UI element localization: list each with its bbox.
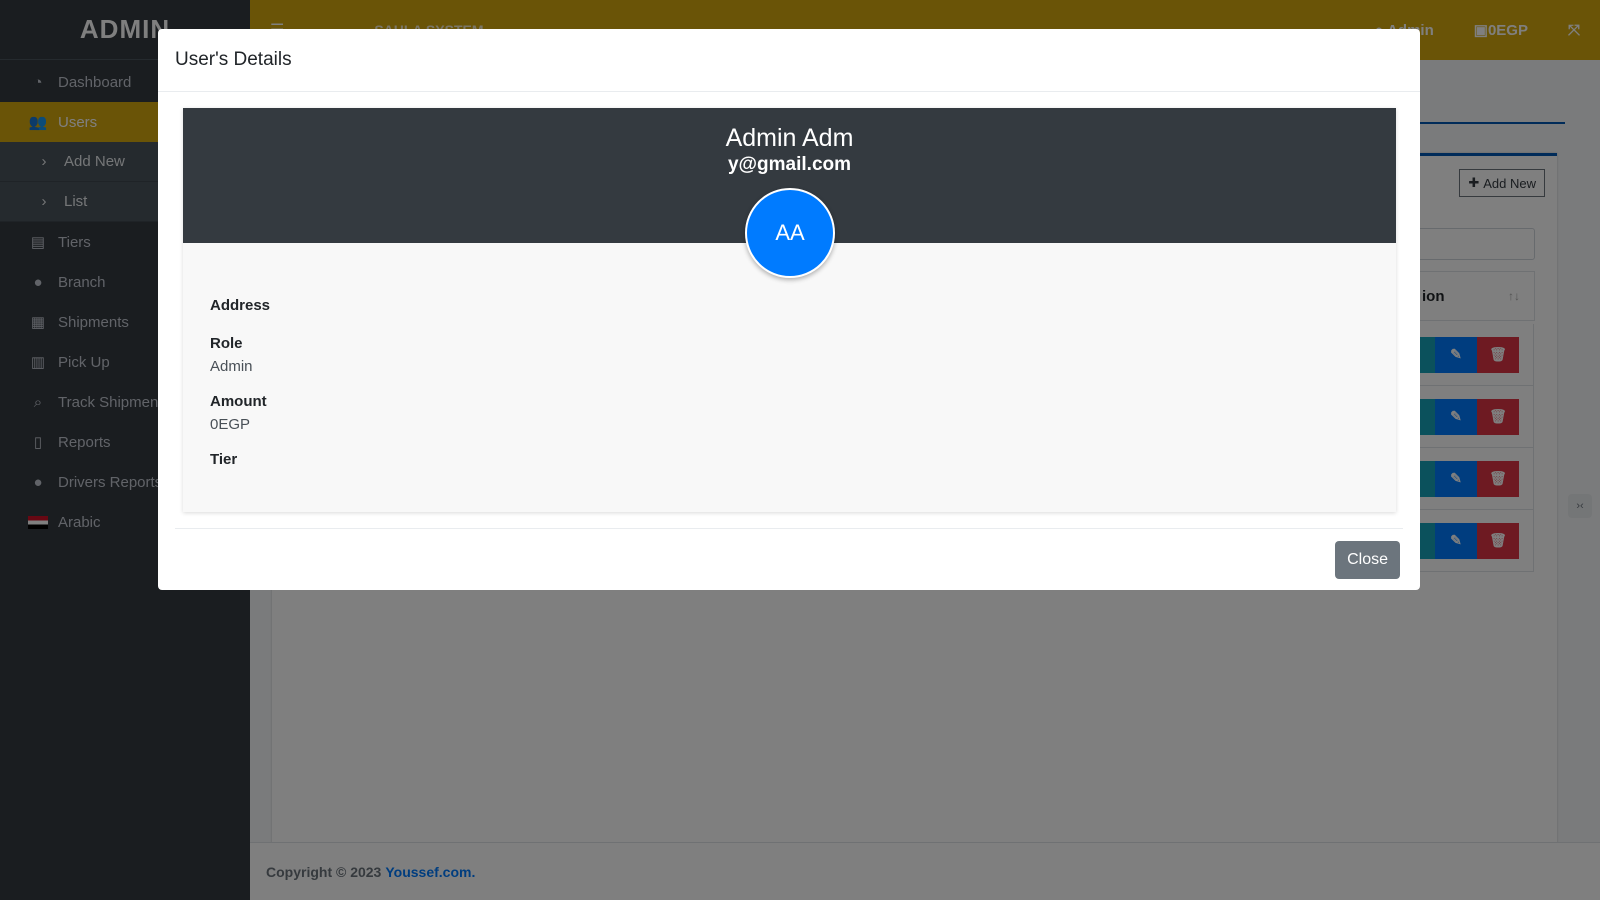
address-label: Address bbox=[210, 297, 271, 314]
user-details-modal: User's Details Admin Adm y@gmail.com AA … bbox=[158, 29, 1420, 590]
tier-value bbox=[210, 468, 1396, 469]
role-label: Role bbox=[210, 335, 243, 352]
profile-card: Admin Adm y@gmail.com AA Address Role Ad… bbox=[183, 108, 1396, 512]
modal-title: User's Details bbox=[158, 29, 1420, 92]
modal-footer: Close bbox=[175, 528, 1403, 590]
role-value: Admin bbox=[210, 358, 253, 375]
avatar: AA bbox=[745, 188, 835, 278]
profile-email: y@gmail.com bbox=[727, 154, 852, 175]
address-value bbox=[210, 314, 1396, 315]
close-button[interactable]: Close bbox=[1335, 540, 1400, 579]
profile-name: Admin Adm bbox=[725, 124, 854, 152]
tier-label: Tier bbox=[210, 451, 238, 468]
amount-value: 0EGP bbox=[210, 416, 251, 433]
amount-label: Amount bbox=[210, 393, 267, 410]
